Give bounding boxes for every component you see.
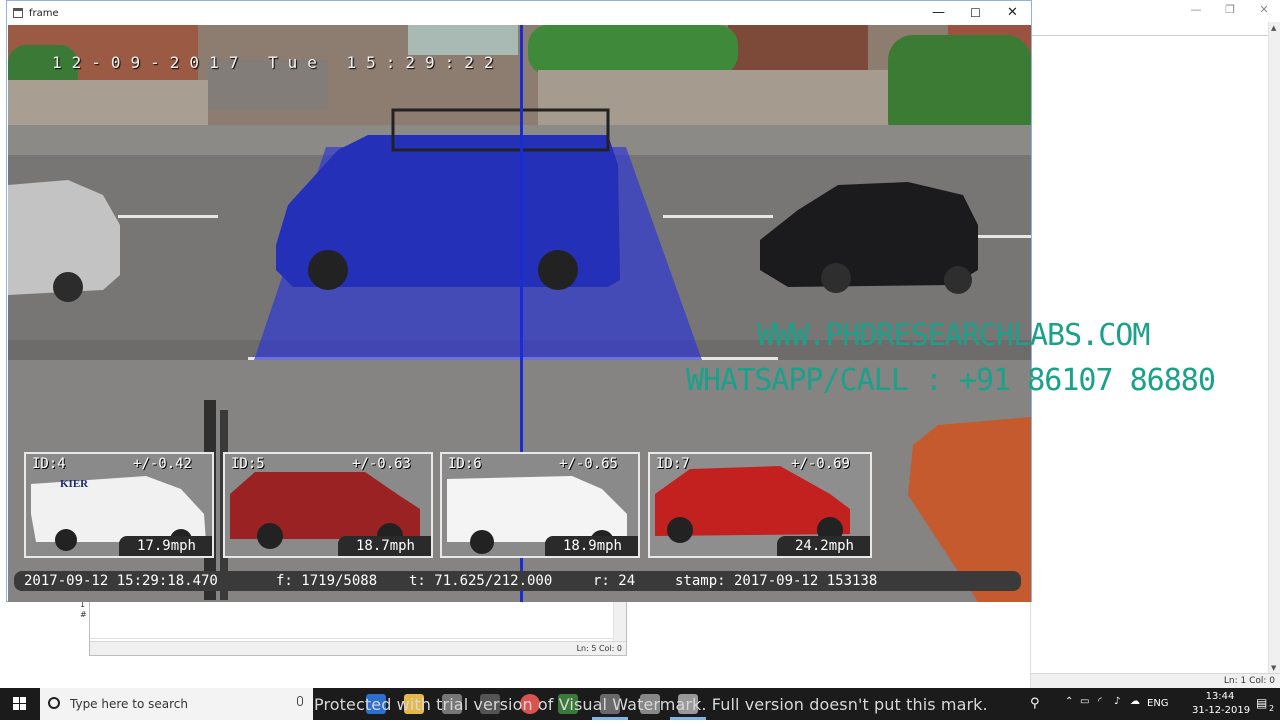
vehicle-thumbnail: ID:5 +/-0.63 18.7mph — [223, 452, 433, 558]
clock-time[interactable]: 13:44 — [1192, 691, 1248, 702]
overlay-timestamp: 12-09-2017 Tue 15:29:22 — [52, 53, 504, 72]
thumb-speed: 18.7mph — [337, 536, 431, 556]
battery-icon[interactable]: ▭ — [1080, 696, 1089, 707]
thumb-id: ID:6 — [448, 456, 482, 472]
thumb-speed: 18.9mph — [544, 536, 638, 556]
title-bar[interactable]: frame — ☐ ✕ — [7, 1, 1031, 25]
thumb-error: +/-0.69 — [790, 456, 850, 472]
wifi-icon[interactable]: ◜ — [1098, 696, 1102, 707]
gutter-chars: 1 # — [80, 600, 87, 620]
thumb-speed: 24.2mph — [776, 536, 870, 556]
volume-icon[interactable]: ♪ — [1114, 696, 1120, 707]
vehicle-thumbnail: ID:6 +/-0.65 18.9mph — [440, 452, 640, 558]
minimize-button[interactable]: — — [920, 1, 957, 25]
info-rate: r: 24 — [593, 573, 636, 589]
thumb-id: ID:4 — [32, 456, 66, 472]
visual-watermark-notice: Protected with trial version of Visual W… — [314, 695, 988, 714]
search-placeholder: Type here to search — [70, 697, 188, 711]
thumb-error: +/-0.42 — [132, 456, 192, 472]
notification-count: 2 — [1269, 704, 1275, 713]
bg-status-bar: Ln: 1 Col: 0 — [1031, 673, 1280, 688]
info-time: t: 71.625/212.000 — [409, 573, 553, 589]
close-button[interactable]: ✕ — [994, 1, 1031, 25]
background-window-controls: — ❐ ✕ — [1179, 0, 1280, 22]
frame-info-bar: 2017-09-12 15:29:18.470 f: 1719/5088 t: … — [14, 571, 1021, 591]
frame-window[interactable]: frame — ☐ ✕ 12-09-2017 Tue 15:29:22 KIER… — [6, 0, 1032, 602]
scroll-up-icon[interactable]: ▲ — [1271, 24, 1276, 32]
output-status-bar: Ln: 5 Col: 0 — [90, 641, 626, 655]
info-stamp: stamp: 2017-09-12 153138 — [675, 573, 878, 589]
pane-divider — [90, 638, 614, 639]
thumb-speed: 17.9mph — [118, 536, 212, 556]
taskbar-search[interactable]: Type here to search — [40, 688, 313, 720]
notification-icon[interactable]: ▤ — [1256, 696, 1267, 710]
windows-logo-icon — [13, 697, 26, 710]
people-icon[interactable]: ⚲ — [1030, 696, 1040, 711]
language-indicator[interactable]: ENG — [1147, 698, 1169, 709]
clock-date[interactable]: 31-12-2019 — [1192, 705, 1250, 716]
cloud-icon[interactable]: ☁ — [1130, 696, 1140, 707]
output-editor-pane[interactable]: Ln: 5 Col: 0 — [89, 600, 627, 656]
window-controls: — ☐ ✕ — [920, 1, 1031, 25]
gutter-char: # — [80, 610, 87, 619]
scroll-down-icon[interactable]: ▼ — [1271, 664, 1276, 672]
thumb-id: ID:7 — [656, 456, 690, 472]
vehicle-thumbnail: ID:7 +/-0.69 24.2mph — [648, 452, 872, 558]
output-scrollbar[interactable] — [613, 601, 626, 642]
ruler-line — [1031, 35, 1269, 36]
start-button[interactable] — [0, 688, 40, 720]
bg-minimize-button[interactable]: — — [1179, 0, 1213, 22]
watermark-url: WWW.PHDRESEARCHLABS.COM — [757, 318, 1150, 353]
kier-logo-text: KIER — [60, 478, 89, 490]
thumb-error: +/-0.63 — [351, 456, 411, 472]
bg-close-button[interactable]: ✕ — [1247, 0, 1280, 22]
video-frame: 12-09-2017 Tue 15:29:22 KIER ID:4 +/-0.4… — [8, 25, 1031, 602]
bg-restore-button[interactable]: ❐ — [1213, 0, 1247, 22]
info-datetime: 2017-09-12 15:29:18.470 — [24, 573, 218, 589]
maximize-button[interactable]: ☐ — [957, 1, 994, 25]
vehicle-thumbnail: KIER ID:4 +/-0.42 17.9mph — [24, 452, 214, 558]
taskbar: Type here to search Protected with trial… — [0, 688, 1280, 720]
system-tray: ⚲ ⌃ ▭ ◜ ♪ ☁ ENG 13:44 31-12-2019 ▤ 2 — [1030, 688, 1280, 720]
microphone-icon[interactable] — [297, 696, 303, 706]
thumb-id: ID:5 — [231, 456, 265, 472]
vertical-scrollbar[interactable]: ▲ ▼ — [1268, 22, 1280, 674]
info-frame: f: 1719/5088 — [276, 573, 378, 589]
chevron-up-icon[interactable]: ⌃ — [1065, 696, 1073, 707]
cortana-icon — [48, 697, 60, 709]
watermark-phone: WHATSAPP/CALL : +91 86107 86880 — [686, 363, 1216, 398]
app-window-icon — [13, 8, 23, 18]
thumb-error: +/-0.65 — [558, 456, 618, 472]
window-title: frame — [29, 7, 59, 19]
